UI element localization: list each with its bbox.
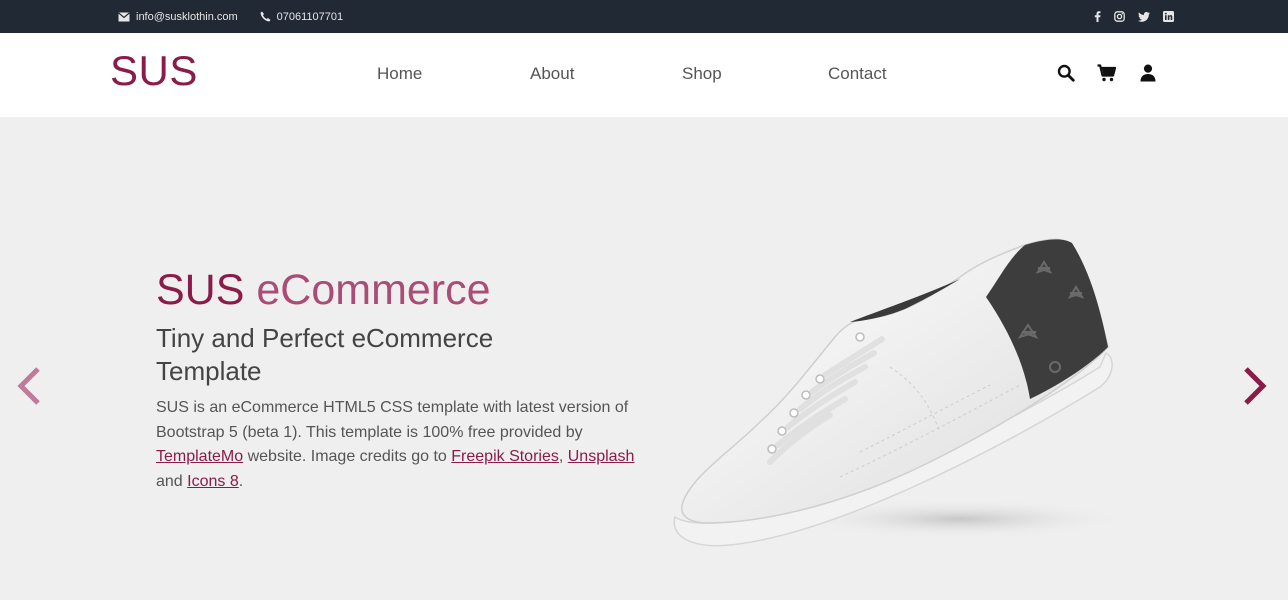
header-icons — [1056, 63, 1157, 82]
templatemo-link[interactable]: TemplateMo — [156, 448, 243, 465]
sneaker-image — [673, 238, 1130, 547]
instagram-icon[interactable] — [1114, 11, 1125, 22]
nav-contact[interactable]: Contact — [828, 64, 887, 84]
email-link[interactable]: info@susklothin.com — [136, 11, 238, 23]
user-icon[interactable] — [1138, 63, 1157, 82]
topbar-contact: info@susklothin.com 07061107701 — [118, 0, 343, 33]
nav-about[interactable]: About — [530, 64, 574, 84]
linkedin-icon[interactable] — [1163, 11, 1174, 22]
site-header: SUS Home About Shop Contact — [0, 33, 1288, 117]
chevron-left-icon — [17, 367, 40, 405]
twitter-icon[interactable] — [1138, 11, 1150, 22]
nav-home[interactable]: Home — [377, 64, 422, 84]
social-links — [1094, 0, 1174, 33]
phone-icon — [260, 11, 271, 22]
search-icon[interactable] — [1056, 63, 1075, 82]
unsplash-link[interactable]: Unsplash — [568, 448, 635, 465]
phone-link[interactable]: 07061107701 — [277, 11, 343, 23]
carousel-prev-button[interactable] — [14, 365, 44, 407]
top-bar: info@susklothin.com 07061107701 — [0, 0, 1288, 33]
hero-subtitle: Tiny and Perfect eCommerce Template — [156, 323, 494, 386]
facebook-icon[interactable] — [1094, 11, 1101, 22]
hero-description: SUS is an eCommerce HTML5 CSS template w… — [156, 399, 635, 490]
freepik-stories-link[interactable]: Freepik Stories — [451, 448, 559, 465]
carousel-next-button[interactable] — [1240, 365, 1270, 407]
cart-icon[interactable] — [1097, 63, 1116, 82]
icons8-link[interactable]: Icons 8 — [187, 473, 239, 490]
hero-carousel: SUS eCommerce Tiny and Perfect eCommerce… — [0, 117, 1288, 600]
nav-shop[interactable]: Shop — [682, 64, 722, 84]
hero-title: SUS eCommerce — [156, 266, 491, 314]
envelope-icon — [118, 11, 130, 22]
chevron-right-icon — [1244, 367, 1267, 405]
